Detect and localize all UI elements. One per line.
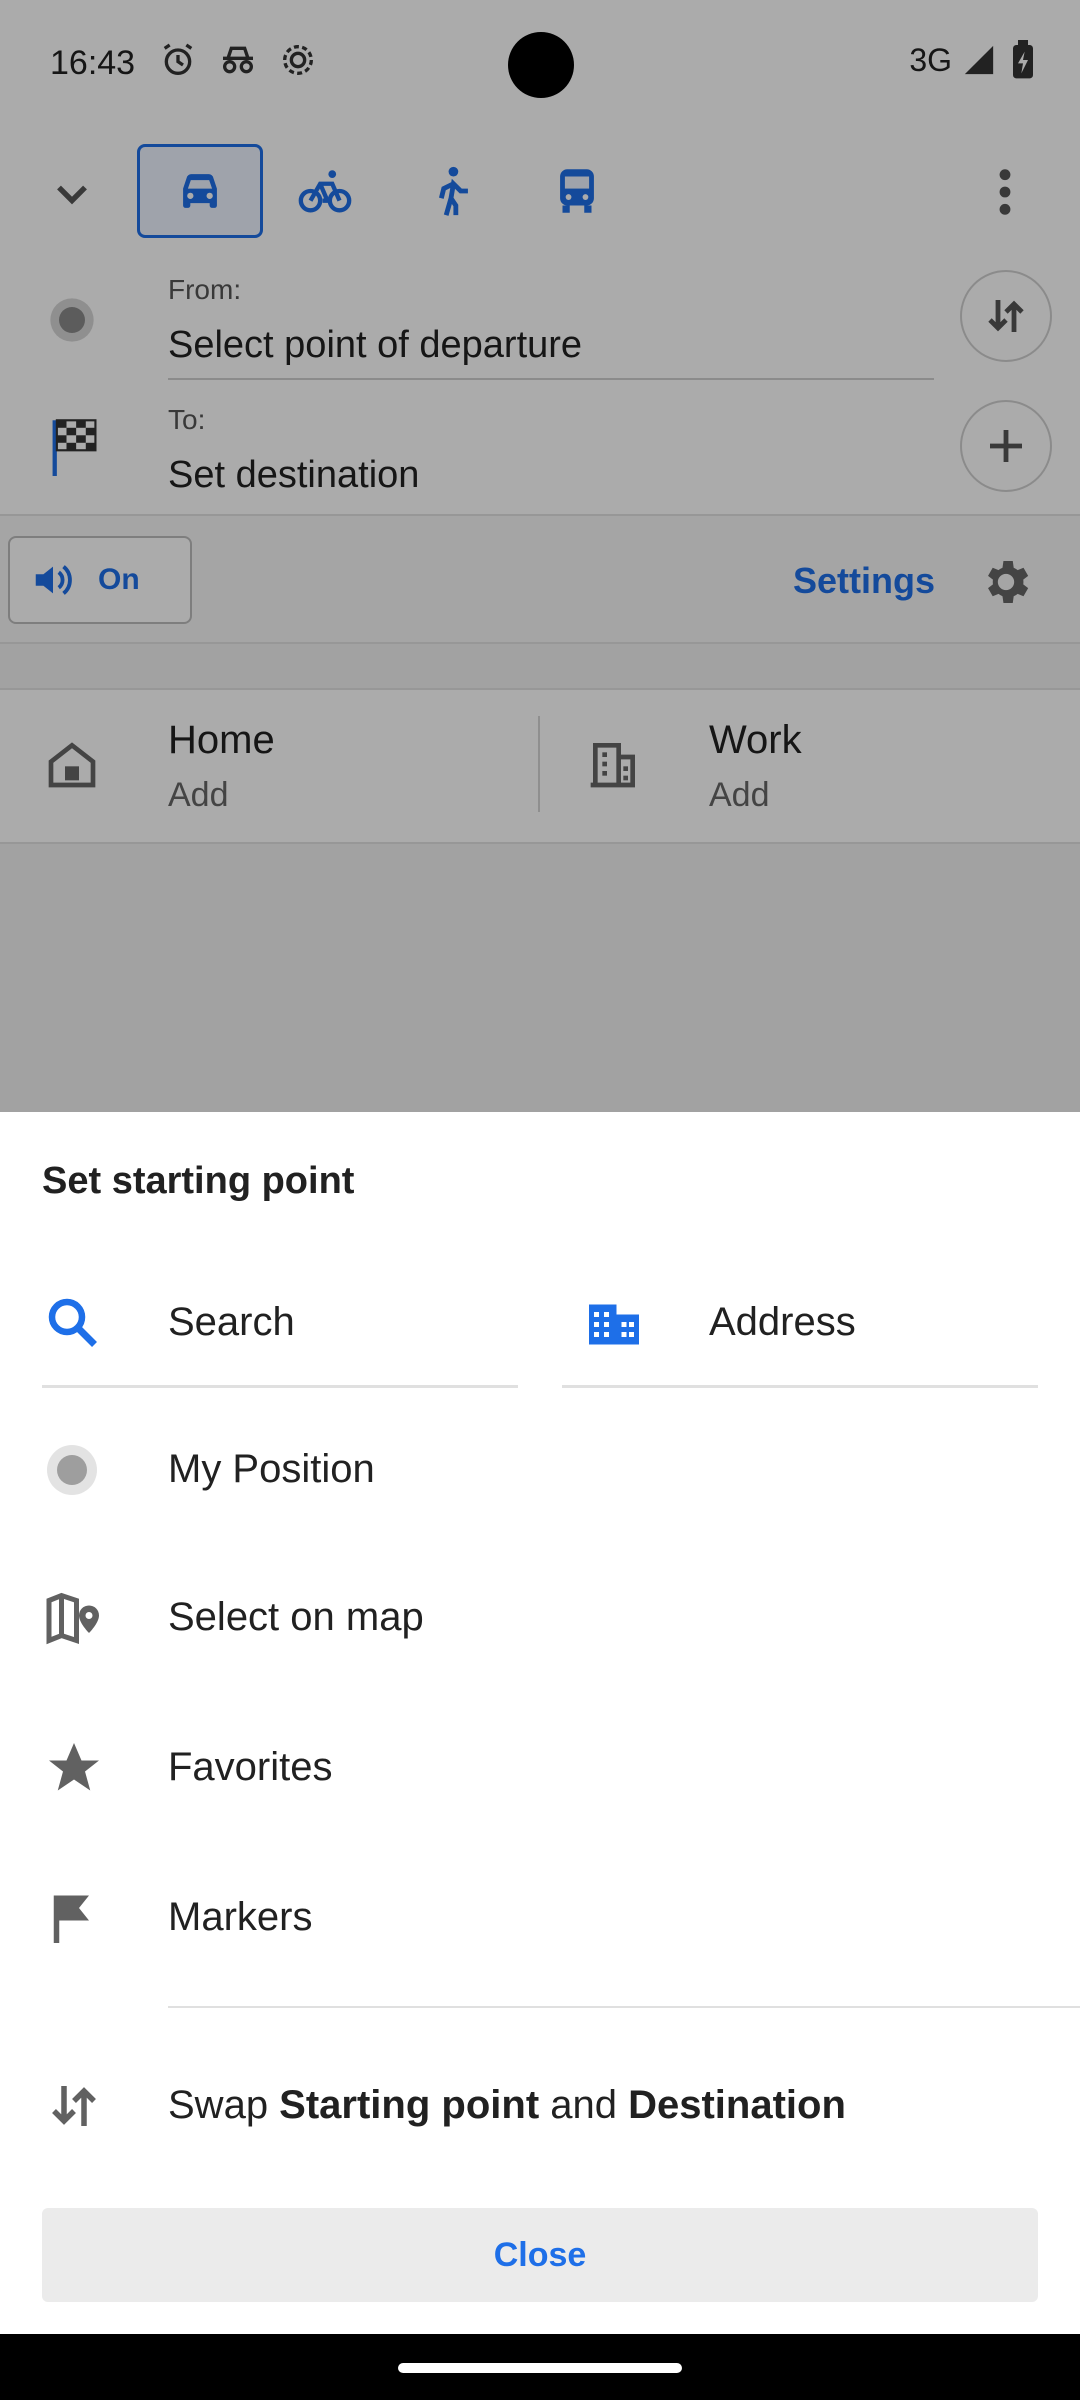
select-on-map-label: Select on map [168, 1595, 424, 1639]
home-gesture-handle[interactable] [398, 2363, 682, 2373]
map-pin-icon [46, 1592, 99, 1645]
swap-label: Swap Starting point and Destination [168, 2083, 846, 2128]
search-icon [48, 1298, 97, 1347]
swap-icon [52, 2086, 96, 2126]
swap-dest-text: Destination [628, 2083, 846, 2127]
swap-mid: and [539, 2083, 629, 2127]
markers-label: Markers [168, 1895, 313, 1939]
dim-overlay[interactable] [0, 0, 1080, 1112]
my-position-option[interactable] [0, 1410, 1080, 1530]
swap-prefix: Swap [168, 2083, 280, 2127]
star-icon [49, 1743, 99, 1791]
my-position-icon [47, 1445, 97, 1495]
favorites-option[interactable] [0, 1708, 1080, 1828]
markers-option[interactable] [0, 1858, 1080, 1978]
select-on-map-option[interactable] [0, 1558, 1080, 1678]
favorites-label: Favorites [168, 1745, 333, 1789]
sheet-title: Set starting point [42, 1160, 355, 1202]
address-label: Address [709, 1300, 856, 1344]
flag-icon [53, 1895, 89, 1943]
address-building-icon [589, 1304, 639, 1345]
close-button[interactable]: Close [42, 2208, 1038, 2302]
address-underline [562, 1385, 1038, 1388]
my-position-label: My Position [168, 1447, 375, 1491]
search-label: Search [168, 1300, 295, 1344]
swap-start-text: Starting point [279, 2083, 540, 2127]
search-underline [42, 1385, 518, 1388]
section-separator [168, 2006, 1080, 2008]
